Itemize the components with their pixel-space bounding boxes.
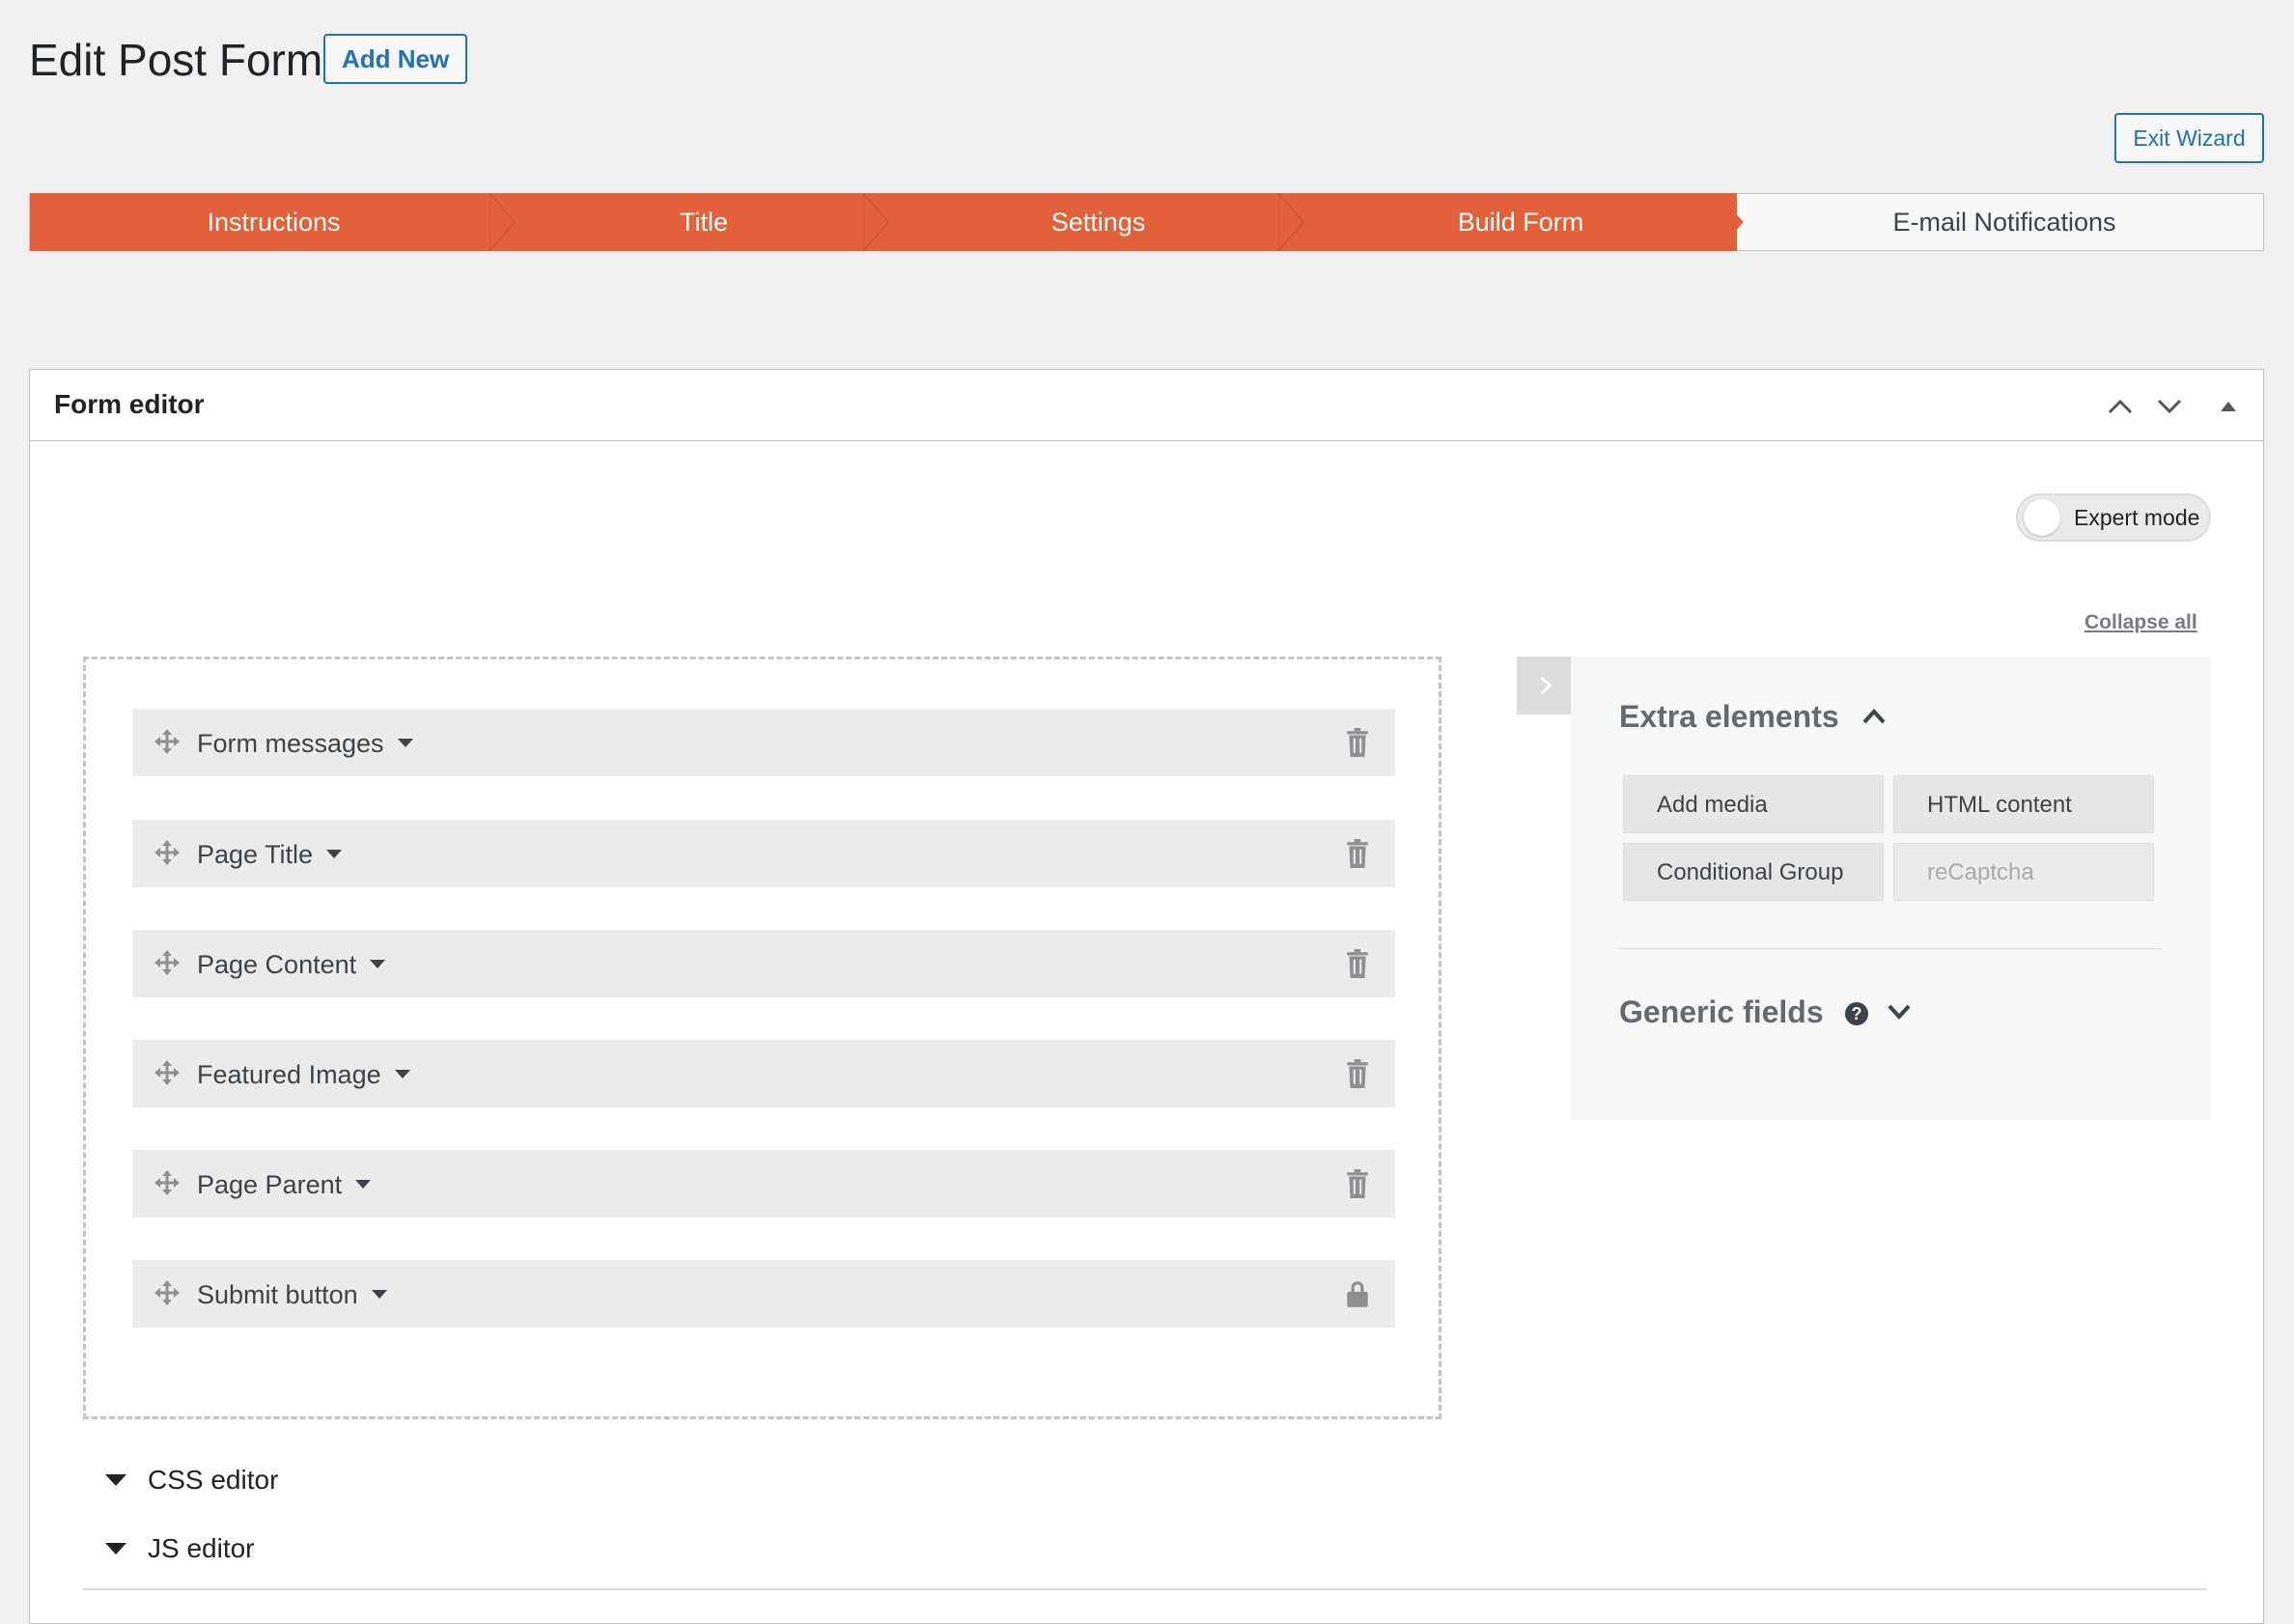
collapse-all-link[interactable]: Collapse all	[2084, 611, 2197, 634]
field-label[interactable]: Form messages	[197, 728, 413, 759]
move-icon[interactable]	[154, 839, 181, 866]
field-label[interactable]: Submit button	[197, 1279, 387, 1310]
sidebar-toggle-button[interactable]	[1517, 657, 1575, 714]
step-separator-icon	[490, 193, 515, 251]
step-label: Build Form	[1457, 207, 1584, 237]
trash-icon[interactable]	[1344, 949, 1371, 978]
conditional-group-button[interactable]: Conditional Group	[1623, 843, 1884, 901]
trash-icon[interactable]	[1344, 839, 1371, 868]
chevron-down-icon	[1888, 1004, 1911, 1020]
elements-sidebar: Extra elements Add media HTML content Co…	[1571, 657, 2211, 1120]
step-label: Settings	[1050, 207, 1146, 237]
help-icon[interactable]: ?	[1844, 1001, 1869, 1026]
form-fields-canvas: Form messages Page Title Page Content Fe…	[83, 657, 1441, 1419]
step-label: Title	[679, 207, 728, 237]
css-editor-label: CSS editor	[148, 1465, 279, 1495]
css-editor-toggle[interactable]: CSS editor	[105, 1465, 278, 1496]
step-settings[interactable]: Settings	[889, 193, 1307, 251]
add-new-button[interactable]: Add New	[323, 34, 468, 84]
html-content-button[interactable]: HTML content	[1893, 775, 2154, 833]
recaptcha-button: reCaptcha	[1893, 843, 2154, 901]
step-separator-icon	[863, 193, 888, 251]
step-title[interactable]: Title	[516, 193, 892, 251]
js-editor-toggle[interactable]: JS editor	[105, 1533, 255, 1564]
step-label: E-mail Notifications	[1892, 207, 2116, 237]
trash-icon[interactable]	[1344, 1059, 1371, 1088]
trash-icon[interactable]	[1344, 728, 1371, 757]
chevron-right-icon	[1540, 676, 1553, 695]
form-editor-header: Form editor	[30, 370, 2263, 441]
move-icon[interactable]	[154, 1169, 181, 1196]
add-media-button[interactable]: Add media	[1623, 775, 1884, 833]
move-icon[interactable]	[154, 1059, 181, 1086]
field-row-form-messages[interactable]: Form messages	[132, 709, 1395, 776]
toggle-knob	[2024, 499, 2060, 536]
extra-elements-heading[interactable]: Extra elements	[1619, 699, 1887, 735]
move-icon[interactable]	[154, 949, 181, 976]
field-label[interactable]: Page Title	[197, 839, 343, 870]
triangle-down-icon	[105, 1543, 126, 1554]
step-instructions[interactable]: Instructions	[30, 193, 518, 251]
field-row-page-title[interactable]: Page Title	[132, 820, 1395, 887]
step-separator-icon	[1717, 193, 1744, 251]
caret-down-icon	[370, 960, 386, 969]
lock-icon	[1347, 1281, 1368, 1307]
field-row-page-content[interactable]: Page Content	[132, 930, 1395, 997]
wizard-steps: Instructions Title Settings Build Form E…	[29, 193, 2264, 251]
field-row-featured-image[interactable]: Featured Image	[132, 1040, 1395, 1107]
step-build-form[interactable]: Build Form	[1304, 193, 1737, 251]
field-label[interactable]: Page Content	[197, 949, 386, 980]
caret-down-icon	[355, 1180, 372, 1190]
field-label[interactable]: Page Parent	[197, 1169, 372, 1200]
expert-mode-toggle[interactable]: Expert mode	[2016, 493, 2211, 542]
svg-text:?: ?	[1851, 1004, 1861, 1023]
trash-icon[interactable]	[1344, 1169, 1371, 1198]
field-row-submit-button[interactable]: Submit button	[132, 1260, 1395, 1328]
exit-wizard-button[interactable]: Exit Wizard	[2114, 113, 2264, 163]
page-title: Edit Post Form	[29, 35, 323, 85]
step-label: Instructions	[207, 207, 341, 237]
sidebar-divider	[1619, 948, 2162, 949]
divider	[83, 1588, 2207, 1590]
caret-down-icon	[394, 1070, 410, 1079]
move-icon[interactable]	[154, 1279, 181, 1306]
expert-mode-label: Expert mode	[2074, 504, 2200, 530]
triangle-down-icon	[105, 1474, 126, 1486]
step-email-notifications[interactable]: E-mail Notifications	[1744, 193, 2265, 251]
move-down-icon[interactable]	[2150, 387, 2189, 426]
field-row-page-parent[interactable]: Page Parent	[132, 1150, 1395, 1218]
chevron-up-icon	[1862, 709, 1886, 724]
move-icon[interactable]	[154, 728, 181, 755]
generic-fields-heading[interactable]: Generic fields ?	[1619, 994, 1912, 1030]
field-label[interactable]: Featured Image	[197, 1059, 410, 1090]
move-up-icon[interactable]	[2101, 387, 2140, 426]
caret-down-icon	[326, 850, 343, 859]
collapse-panel-icon[interactable]	[2209, 387, 2248, 426]
form-editor-panel: Form editor Expert mode Collapse all For…	[29, 369, 2264, 1624]
js-editor-label: JS editor	[148, 1533, 255, 1563]
caret-down-icon	[371, 1290, 387, 1300]
caret-down-icon	[397, 739, 413, 748]
form-editor-title: Form editor	[54, 389, 205, 419]
step-separator-icon	[1278, 193, 1303, 251]
